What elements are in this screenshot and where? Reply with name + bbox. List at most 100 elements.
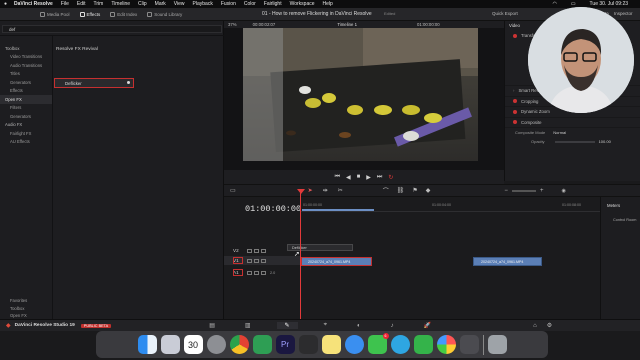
zoom-slider[interactable] [511, 189, 536, 192]
cut-page-icon[interactable]: ▥ [245, 322, 251, 329]
selection-tool-icon[interactable]: ➤ [308, 187, 313, 194]
favorite-icon[interactable] [127, 81, 130, 84]
snapping-icon[interactable]: ⌒ [383, 186, 389, 195]
tree-au-effects[interactable]: AU Effects [0, 138, 52, 147]
auto-select-icon[interactable] [254, 258, 259, 263]
tree-titles[interactable]: Titles [0, 70, 52, 79]
effects-button[interactable]: Effects [79, 11, 100, 17]
trim-tool-icon[interactable]: ⇹ [323, 187, 328, 194]
opacity-value[interactable]: 100.00 [599, 139, 611, 144]
facetime-icon[interactable] [413, 335, 433, 354]
tree-open-fx-bottom[interactable]: Open FX [0, 312, 52, 319]
trash-icon[interactable] [487, 335, 507, 354]
menu-help[interactable]: Help [323, 1, 333, 7]
telegram-icon[interactable] [390, 335, 410, 354]
calendar-icon[interactable]: 30 [183, 335, 203, 354]
notes-icon[interactable] [321, 335, 341, 354]
transform-toggle-icon[interactable] [513, 34, 517, 38]
sound-library-button[interactable]: Sound Library [147, 11, 182, 17]
audio-meter-icon[interactable]: ◉ [561, 188, 565, 194]
deliver-page-icon[interactable]: 🚀 [424, 322, 431, 329]
menu-file[interactable]: File [61, 1, 69, 7]
cropping-toggle-icon[interactable] [513, 99, 517, 104]
tree-toolbox[interactable]: Toolbox [0, 44, 52, 53]
step-back-icon[interactable]: ◀ [346, 174, 351, 181]
launchpad-icon[interactable] [160, 335, 180, 354]
mute-icon[interactable] [261, 270, 266, 275]
effects-search-input[interactable]: def [2, 25, 222, 33]
link-icon[interactable]: ⛓ [397, 187, 405, 194]
safari-icon[interactable] [344, 335, 364, 354]
video-toggle-icon[interactable] [261, 258, 266, 263]
play-icon[interactable]: ▶ [366, 174, 371, 181]
battery-icon[interactable]: ▭ [571, 1, 576, 7]
zoom-in-icon[interactable]: + [540, 188, 544, 194]
menubar-clock[interactable]: Tue 30. Jul 09:23 [590, 1, 628, 7]
menu-mark[interactable]: Mark [155, 1, 166, 7]
zoom-level[interactable]: 37% [228, 22, 237, 27]
tab-video[interactable]: Video [509, 23, 520, 28]
tree-audio-transitions[interactable]: Audio Transitions [0, 61, 52, 70]
tree-generators-ofx[interactable]: Generators [0, 112, 52, 121]
finder-icon[interactable] [137, 335, 157, 354]
timeline-timecode[interactable]: 01:00:00:00 [245, 204, 301, 214]
tree-audio-fx[interactable]: Audio FX [0, 121, 52, 130]
tree-effects[interactable]: Effects [0, 87, 52, 96]
layout-icon[interactable]: ▭ [230, 187, 236, 194]
menu-edit[interactable]: Edit [77, 1, 86, 7]
timeline-clip[interactable]: 20240724_a74_0961.MP4 [473, 257, 542, 266]
lock-icon[interactable] [247, 258, 252, 263]
menu-app-name[interactable]: DaVinci Resolve [14, 1, 53, 7]
blade-tool-icon[interactable]: ✂ [338, 187, 343, 194]
skip-start-icon[interactable]: ⏮ [335, 174, 340, 181]
marker-icon[interactable]: ◆ [426, 187, 431, 194]
lock-icon[interactable] [247, 248, 252, 253]
premiere-icon[interactable]: Pr [275, 335, 295, 354]
wifi-icon[interactable]: ◠ [552, 1, 556, 7]
menu-view[interactable]: View [174, 1, 185, 7]
composite-mode-select[interactable]: Normal [553, 130, 603, 135]
solo-icon[interactable] [254, 270, 259, 275]
preview-icon[interactable] [459, 335, 479, 354]
track-destination-marker[interactable] [233, 269, 243, 276]
tree-favorites[interactable]: Favorites [0, 296, 52, 304]
stop-icon[interactable]: ■ [357, 174, 361, 180]
tree-toolbox-bottom[interactable]: Toolbox [0, 304, 52, 312]
tree-open-fx[interactable]: Open FX [0, 95, 52, 104]
video-toggle-icon[interactable] [261, 248, 266, 253]
zoom-out-icon[interactable]: − [504, 188, 508, 194]
apple-icon[interactable]: ● [4, 1, 7, 7]
auto-select-icon[interactable] [254, 248, 259, 253]
tree-generators[interactable]: Generators [0, 78, 52, 87]
deflicker-effect-item[interactable]: Deflicker [54, 78, 134, 88]
photos-icon[interactable] [436, 335, 456, 354]
opacity-slider[interactable] [554, 140, 595, 143]
edit-page-icon[interactable]: ✎ [276, 322, 298, 329]
davinci-resolve-icon[interactable] [298, 335, 318, 354]
tree-fairlight-fx[interactable]: Fairlight FX [0, 129, 52, 138]
color-page-icon[interactable]: ◐ [357, 323, 361, 329]
menu-clip[interactable]: Clip [138, 1, 147, 7]
menu-playback[interactable]: Playback [193, 1, 213, 7]
composite-toggle-icon[interactable] [513, 120, 517, 125]
flag-icon[interactable]: ⚑ [412, 187, 417, 194]
timeline-clip[interactable]: 20240724_a74_0961.MP4 [301, 257, 372, 266]
playhead[interactable] [300, 193, 301, 319]
fusion-page-icon[interactable]: ⌖ [324, 322, 327, 329]
system-settings-icon[interactable] [206, 335, 226, 354]
menu-fusion[interactable]: Fusion [221, 1, 236, 7]
lock-icon[interactable] [247, 270, 252, 275]
menu-color[interactable]: Color [244, 1, 256, 7]
numbers-icon[interactable] [252, 335, 272, 354]
tree-video-transitions[interactable]: Video Transitions [0, 53, 52, 62]
inspector-composite[interactable]: Composite [505, 118, 640, 128]
timeline-name[interactable]: Timeline 1 [337, 22, 357, 27]
tree-filters[interactable]: Filters [0, 104, 52, 113]
chrome-icon[interactable] [229, 335, 249, 354]
track-destination-marker[interactable] [233, 257, 243, 264]
menu-trim[interactable]: Trim [94, 1, 104, 7]
inspector-button[interactable]: Inspector [614, 11, 633, 16]
loop-icon[interactable]: ↻ [388, 174, 393, 181]
menu-timeline[interactable]: Timeline [111, 1, 130, 7]
menu-workspace[interactable]: Workspace [290, 1, 315, 7]
